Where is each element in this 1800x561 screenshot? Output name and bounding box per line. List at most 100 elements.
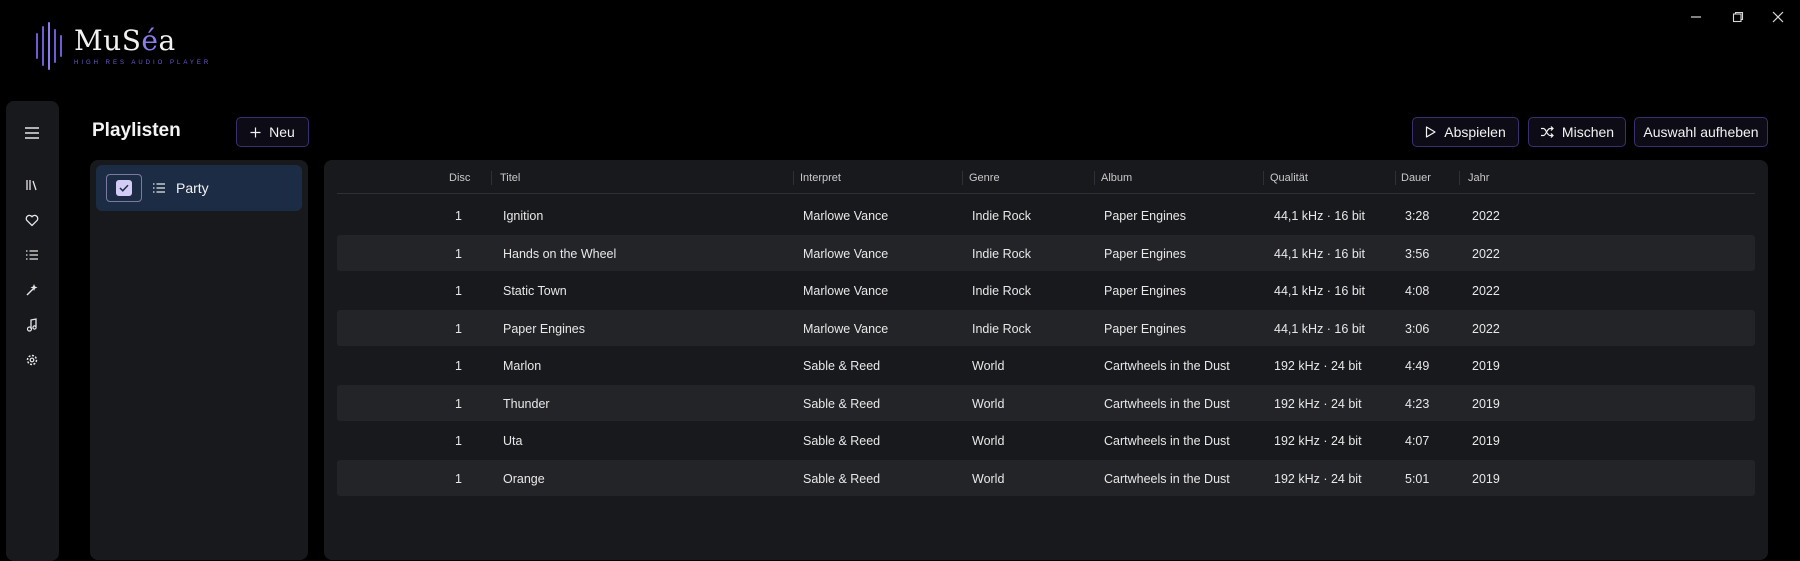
cell-duration: 3:06 (1405, 321, 1430, 336)
cell-duration: 4:49 (1405, 359, 1430, 373)
playlist-checkbox[interactable] (106, 174, 142, 202)
table-row[interactable]: 1 Ignition Marlowe Vance Indie Rock Paper En… (337, 197, 1755, 233)
cell-title: Uta (503, 434, 523, 448)
play-icon (1426, 126, 1436, 138)
cell-quality: 44,1 kHz · 16 bit (1274, 321, 1366, 336)
new-playlist-button[interactable]: Neu (236, 117, 309, 147)
library-icon (26, 180, 37, 191)
cell-title: Marlon (503, 359, 542, 373)
nav-menu-button[interactable] (20, 121, 44, 145)
cell-title: Static Town (503, 284, 567, 298)
cell-duration: 5:01 (1405, 471, 1430, 486)
cell-disc: 1 (455, 396, 462, 411)
table-row[interactable]: 1 Orange Sable & Reed World Cartwheels in th… (337, 459, 1755, 496)
tracks-table: Disc Titel Interpret Genre Album Qualitä… (324, 160, 1768, 560)
cell-artist: Marlowe Vance (803, 321, 889, 336)
nav-playlists-button[interactable] (20, 243, 44, 267)
shuffle-label: Mischen (1561, 124, 1615, 140)
table-row[interactable]: 1 Thunder Sable & Reed World Cartwheels in t… (337, 384, 1755, 421)
cell-album: Paper Engines (1104, 284, 1187, 298)
cell-genre: Indie Rock (972, 321, 1032, 336)
cell-genre: World (972, 359, 1005, 373)
restore-icon (1732, 11, 1744, 23)
column-header-year[interactable]: Jahr (1468, 172, 1489, 184)
clear-selection-button[interactable]: Auswahl aufheben (1634, 117, 1768, 147)
cell-year: 2019 (1472, 359, 1500, 373)
cell-duration: 4:07 (1405, 434, 1430, 448)
cell-artist: Sable & Reed (803, 359, 881, 373)
table-row[interactable]: 1 Paper Engines Marlowe Vance Indie Rock Pap… (337, 309, 1755, 346)
cell-artist: Sable & Reed (803, 471, 881, 486)
hamburger-menu-icon (25, 127, 39, 139)
column-header-duration[interactable]: Dauer (1401, 172, 1431, 184)
plus-icon (250, 127, 261, 137)
play-button[interactable]: Abspielen (1412, 117, 1519, 147)
nav-rail (6, 101, 59, 561)
cell-quality: 192 kHz · 24 bit (1274, 471, 1362, 486)
cell-artist: Sable & Reed (803, 396, 881, 411)
app-subtitle: HIGH RES AUDIO PLAYER (74, 60, 212, 66)
minimize-icon (1691, 16, 1701, 18)
cell-year: 2022 (1472, 284, 1500, 298)
cell-title: Orange (503, 471, 545, 486)
cell-genre: Indie Rock (972, 284, 1032, 298)
playlist-item[interactable]: Party (96, 165, 302, 211)
cell-artist: Sable & Reed (803, 434, 881, 448)
cell-title: Ignition (503, 209, 544, 223)
cell-disc: 1 (455, 209, 462, 223)
play-label: Abspielen (1444, 124, 1506, 140)
cell-genre: Indie Rock (972, 209, 1032, 223)
page-title: Playlisten (92, 120, 181, 141)
cell-title: Thunder (503, 396, 550, 411)
cell-disc: 1 (455, 434, 462, 448)
cell-artist: Marlowe Vance (803, 209, 889, 223)
magic-wand-icon (26, 284, 38, 296)
cell-duration: 4:23 (1405, 396, 1430, 411)
cell-disc: 1 (455, 246, 462, 261)
table-row[interactable]: 1 Marlon Sable & Reed World Cartwheels in th… (337, 347, 1755, 383)
column-header-title[interactable]: Titel (500, 172, 520, 184)
table-row[interactable]: 1 Uta Sable & Reed World Cartwheels in the D… (337, 422, 1755, 458)
cell-title: Paper Engines (503, 321, 586, 336)
nav-library-button[interactable] (20, 173, 44, 197)
checkmark-icon (119, 184, 129, 192)
nav-favorites-button[interactable] (20, 208, 44, 232)
table-row[interactable]: 1 Static Town Marlowe Vance Indie Rock Paper… (337, 272, 1755, 308)
close-icon (1772, 11, 1784, 23)
close-button[interactable] (1764, 6, 1792, 28)
list-icon (153, 183, 165, 193)
heart-icon (25, 214, 39, 226)
cell-quality: 44,1 kHz · 16 bit (1274, 284, 1366, 298)
restore-button[interactable] (1724, 6, 1752, 28)
cell-year: 2019 (1472, 471, 1500, 486)
playlist-panel: Party (90, 160, 308, 560)
cell-disc: 1 (455, 359, 462, 373)
nav-smart-button[interactable] (20, 278, 44, 302)
column-header-album[interactable]: Album (1101, 172, 1132, 184)
cell-year: 2022 (1472, 246, 1500, 261)
cell-title: Hands on the Wheel (503, 246, 617, 261)
playlist-icon (26, 250, 38, 260)
column-header-quality[interactable]: Qualität (1270, 172, 1308, 184)
table-row[interactable]: 1 Hands on the Wheel Marlowe Vance Indie Ro… (337, 234, 1755, 271)
nav-music-button[interactable] (20, 313, 44, 337)
minimize-button[interactable] (1682, 6, 1710, 28)
column-header-artist[interactable]: Interpret (800, 172, 841, 184)
table-header: Disc Titel Interpret Genre Album Qualitä… (337, 160, 1755, 194)
cell-album: Cartwheels in the Dust (1104, 434, 1230, 448)
cell-disc: 1 (455, 284, 462, 298)
cell-album: Cartwheels in the Dust (1104, 359, 1230, 373)
nav-settings-button[interactable] (20, 348, 44, 372)
cell-year: 2019 (1472, 396, 1500, 411)
clear-selection-label: Auswahl aufheben (1643, 124, 1759, 140)
shuffle-button[interactable]: Mischen (1528, 117, 1626, 147)
cell-artist: Marlowe Vance (803, 284, 889, 298)
column-header-disc[interactable]: Disc (449, 172, 470, 184)
cell-duration: 4:08 (1405, 284, 1430, 298)
cell-year: 2019 (1472, 434, 1500, 448)
cell-year: 2022 (1472, 209, 1500, 223)
cell-artist: Marlowe Vance (803, 246, 889, 261)
column-header-genre[interactable]: Genre (969, 172, 1000, 184)
app-name: MuSéa (74, 24, 176, 57)
cell-genre: World (972, 471, 1005, 486)
